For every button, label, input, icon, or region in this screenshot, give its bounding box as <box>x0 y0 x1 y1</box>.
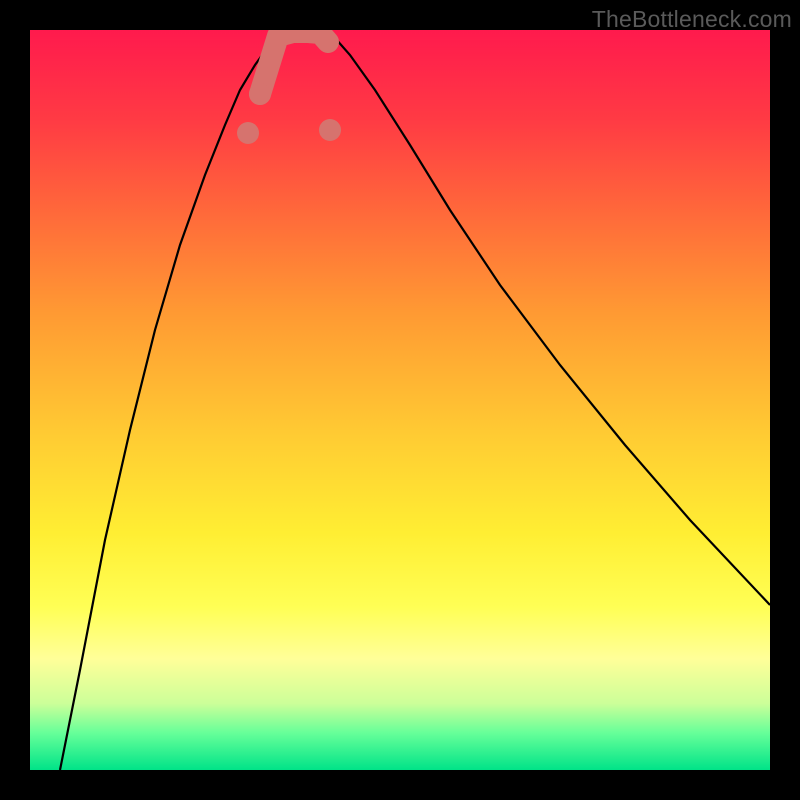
plot-background <box>30 30 770 770</box>
watermark-text: TheBottleneck.com <box>592 6 792 33</box>
chart-frame: TheBottleneck.com <box>0 0 800 800</box>
